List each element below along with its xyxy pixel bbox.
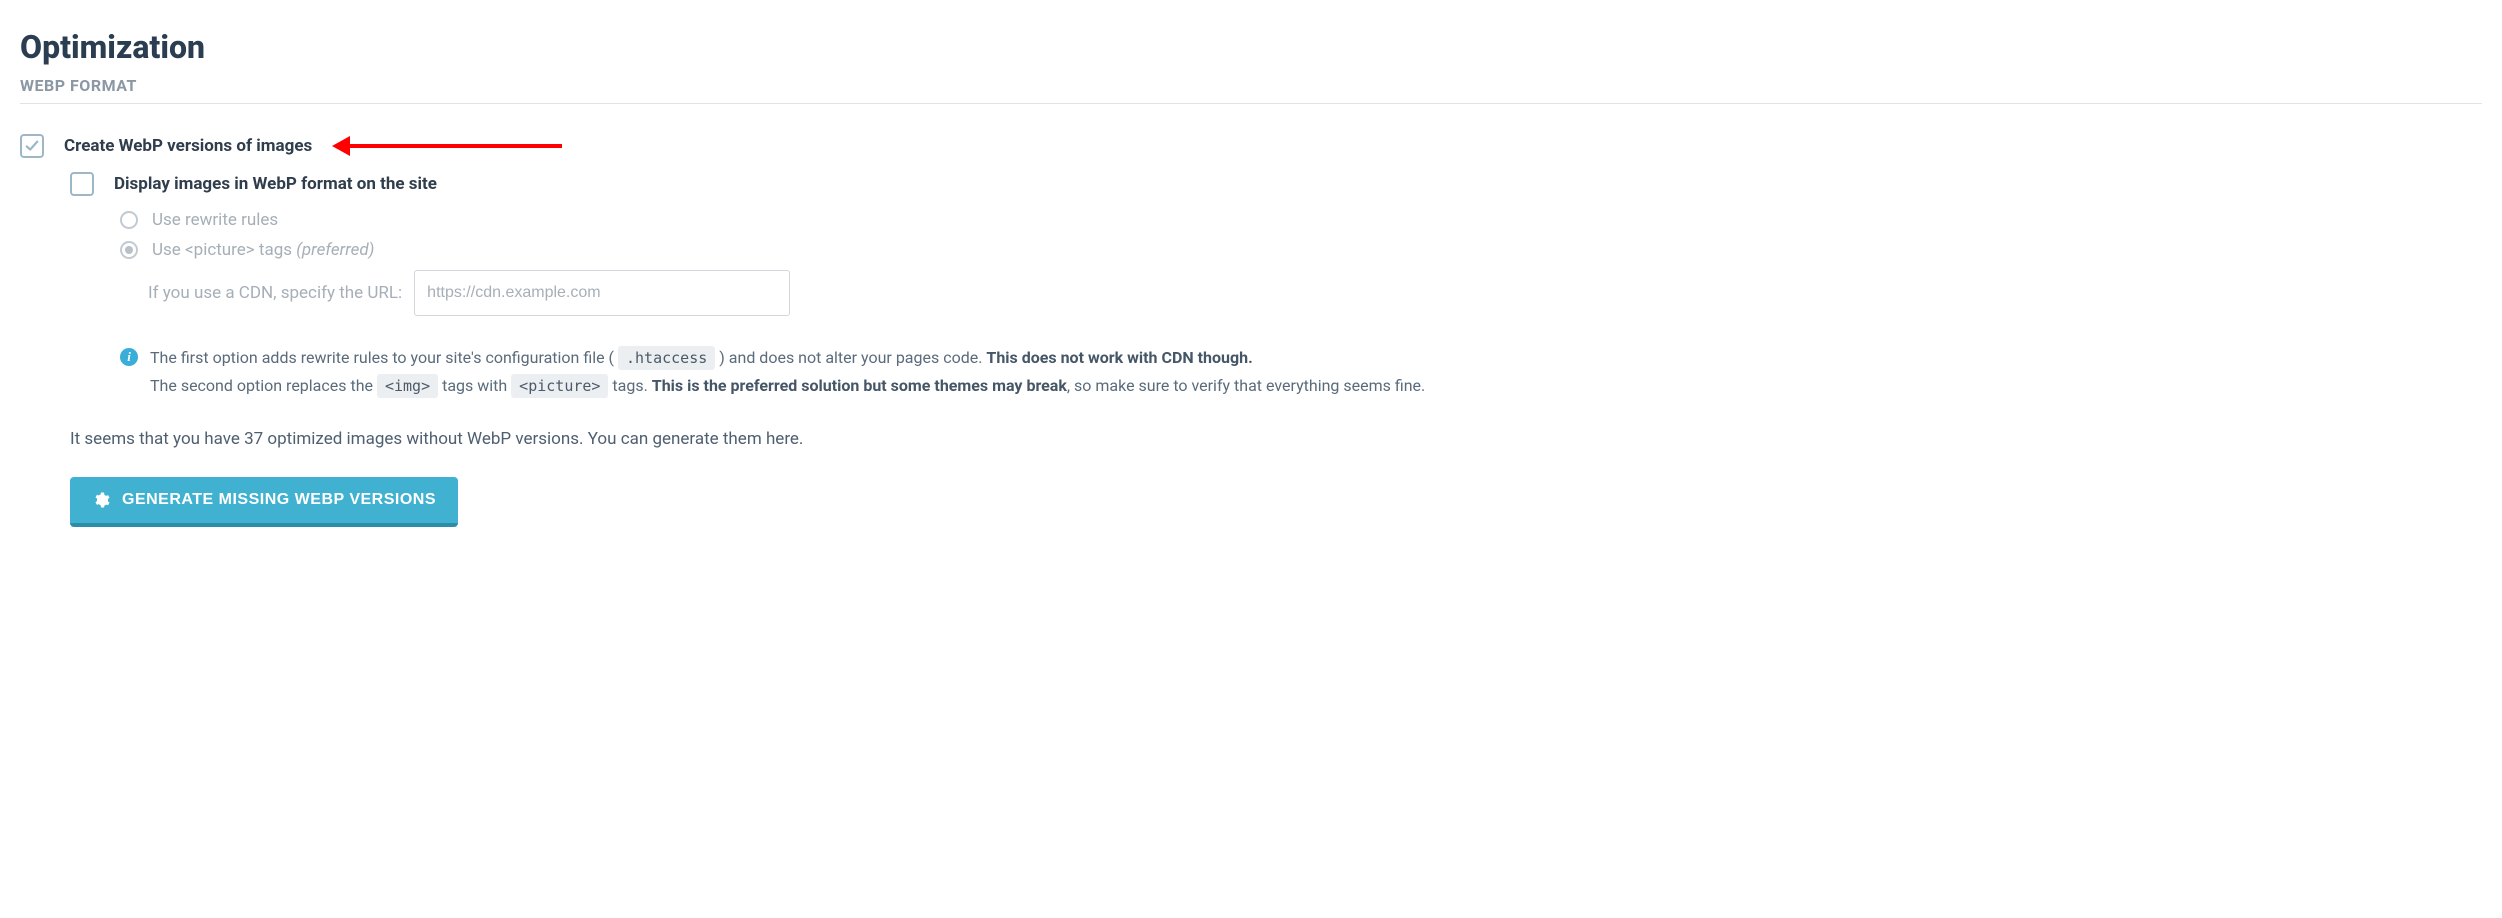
display-webp-label: Display images in WebP format on the sit…: [114, 174, 437, 194]
radio-rewrite-row: Use rewrite rules: [120, 210, 2482, 230]
section-subheader: WEBP FORMAT: [20, 76, 2482, 95]
cdn-row: If you use a CDN, specify the URL:: [148, 270, 2482, 316]
radio-picture-label-prefix: Use <picture> tags: [152, 240, 296, 260]
radio-picture-row: Use <picture> tags (preferred): [120, 240, 2482, 260]
cdn-caption: If you use a CDN, specify the URL:: [148, 283, 402, 303]
gear-icon: [92, 491, 110, 509]
missing-webp-hint: It seems that you have 37 optimized imag…: [70, 429, 2482, 449]
check-icon: [25, 139, 39, 153]
info-line-1: The first option adds rewrite rules to y…: [150, 344, 1425, 372]
radio-rewrite-label: Use rewrite rules: [152, 210, 278, 230]
option-create-webp-row: Create WebP versions of images: [20, 134, 2482, 158]
code-img: <img>: [377, 374, 438, 398]
create-webp-label: Create WebP versions of images: [64, 136, 312, 156]
info-text: ) and does not alter your pages code.: [715, 348, 986, 367]
cdn-url-input[interactable]: [414, 270, 790, 316]
info-text: The second option replaces the: [150, 376, 377, 395]
radio-picture[interactable]: [120, 241, 138, 259]
radio-picture-label-suffix: (preferred): [296, 240, 374, 260]
info-text: tags.: [608, 376, 651, 395]
info-strong-cdn: This does not work with CDN though.: [986, 348, 1252, 367]
info-icon: i: [120, 347, 138, 365]
svg-text:i: i: [127, 349, 131, 364]
create-webp-checkbox[interactable]: [20, 134, 44, 158]
code-htaccess: .htaccess: [618, 346, 715, 370]
option-display-webp-row: Display images in WebP format on the sit…: [70, 172, 2482, 196]
display-webp-checkbox[interactable]: [70, 172, 94, 196]
display-method-group: Use rewrite rules Use <picture> tags (pr…: [120, 210, 2482, 260]
annotation-arrow: [332, 136, 562, 156]
generate-webp-button[interactable]: Generate Missing WebP Versions: [70, 477, 458, 527]
info-text: The first option adds rewrite rules to y…: [150, 348, 618, 367]
section-divider: [20, 103, 2482, 104]
info-block: i The first option adds rewrite rules to…: [120, 344, 1540, 399]
info-text: , so make sure to verify that everything…: [1067, 376, 1425, 395]
page-title: Optimization: [20, 28, 2482, 66]
radio-picture-label: Use <picture> tags (preferred): [152, 240, 374, 260]
info-body: The first option adds rewrite rules to y…: [150, 344, 1425, 399]
arrow-line: [350, 144, 562, 148]
info-text: tags with: [438, 376, 511, 395]
info-line-2: The second option replaces the <img> tag…: [150, 372, 1425, 400]
radio-rewrite[interactable]: [120, 211, 138, 229]
arrow-left-icon: [332, 136, 350, 156]
code-picture: <picture>: [511, 374, 608, 398]
info-strong-preferred: This is the preferred solution but some …: [652, 376, 1067, 395]
generate-webp-button-label: Generate Missing WebP Versions: [122, 491, 436, 509]
